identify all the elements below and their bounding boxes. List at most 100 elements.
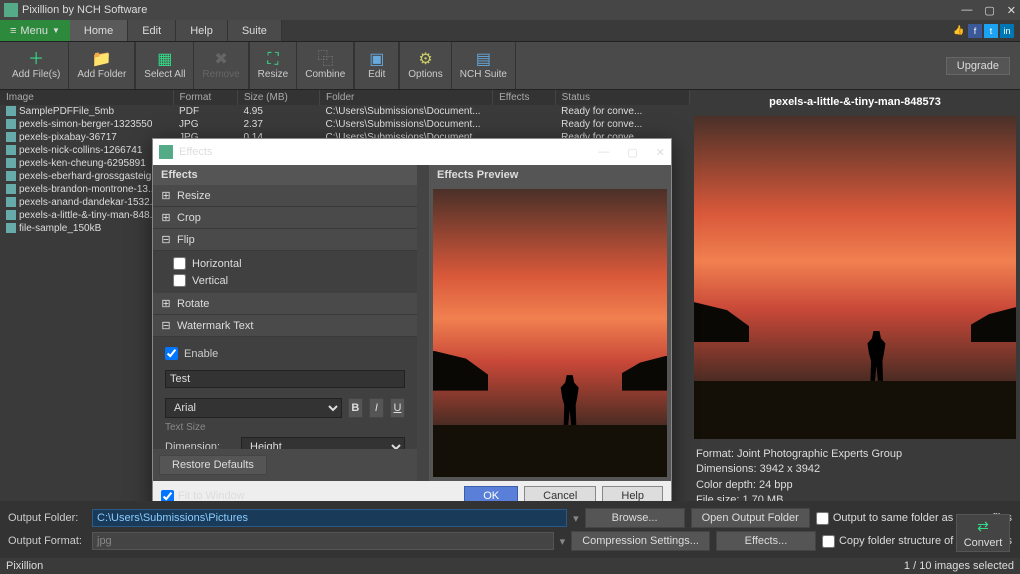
dialog-icon <box>159 145 173 159</box>
tool-label: Combine <box>305 69 345 80</box>
dialog-title: Effects <box>179 146 212 158</box>
col-header[interactable]: Status <box>555 90 689 105</box>
dialog-scrollbar[interactable] <box>417 165 429 481</box>
dialog-close-icon[interactable]: ✕ <box>656 146 665 159</box>
dialog-maximize-icon[interactable]: ▢ <box>627 146 637 159</box>
convert-button[interactable]: ⇄ Convert <box>956 514 1010 552</box>
output-format-field[interactable]: jpg <box>92 532 554 550</box>
app-title: Pixillion by NCH Software <box>22 4 147 16</box>
output-format-label: Output Format: <box>8 535 86 547</box>
flip-vertical-checkbox[interactable]: Vertical <box>173 272 397 289</box>
toolbar: ＋Add File(s)📁Add Folder▦Select All✖Remov… <box>0 42 1020 90</box>
menu-button[interactable]: ≡ Menu ▼ <box>0 20 70 41</box>
preview-pane: pexels-a-little-&-tiny-man-848573 Format… <box>690 90 1020 530</box>
convert-label: Convert <box>964 537 1003 549</box>
open-output-folder-button[interactable]: Open Output Folder <box>691 508 810 528</box>
browse-button[interactable]: Browse... <box>585 508 685 528</box>
tool-icon: ⿻ <box>317 52 333 68</box>
minimize-icon[interactable]: ― <box>961 4 972 17</box>
tab-help[interactable]: Help <box>176 20 228 41</box>
edit-button[interactable]: ▣Edit <box>355 42 399 89</box>
wm-text-input[interactable] <box>165 370 405 388</box>
effects-header: Effects <box>153 165 417 185</box>
tab-home[interactable]: Home <box>70 20 128 41</box>
tool-label: Options <box>408 69 442 80</box>
tool-icon: ▦ <box>157 52 172 68</box>
dialog-preview-image <box>433 189 667 477</box>
status-selection: 1 / 10 images selected <box>904 560 1014 572</box>
dialog-titlebar[interactable]: Effects ― ▢ ✕ <box>153 139 671 165</box>
table-row[interactable]: pexels-simon-berger-1323550JPG2.37C:\Use… <box>0 118 690 131</box>
table-row[interactable]: SamplePDFFile_5mbPDF4.95C:\Users\Submiss… <box>0 105 690 118</box>
close-icon[interactable]: ✕ <box>1007 4 1016 17</box>
dialog-minimize-icon[interactable]: ― <box>598 146 609 159</box>
acc-rotate[interactable]: ⊞Rotate <box>153 293 417 315</box>
bold-button[interactable]: B <box>348 398 363 418</box>
options-button[interactable]: ⚙Options <box>400 42 451 89</box>
output-folder-field[interactable]: C:\Users\Submissions\Pictures <box>92 509 567 527</box>
thumbs-up-icon[interactable]: 👍 <box>952 24 966 38</box>
remove-button[interactable]: ✖Remove <box>194 42 248 89</box>
tool-icon: 📁 <box>92 52 112 68</box>
select-all-button[interactable]: ▦Select All <box>136 42 194 89</box>
wm-font-select[interactable]: Arial <box>165 398 342 418</box>
upgrade-button[interactable]: Upgrade <box>946 57 1010 75</box>
tool-icon: ✖ <box>214 52 227 68</box>
titlebar: Pixillion by NCH Software ― ▢ ✕ <box>0 0 1020 20</box>
flip-horizontal-checkbox[interactable]: Horizontal <box>173 255 397 272</box>
underline-button[interactable]: U <box>390 398 405 418</box>
tool-label: Add Folder <box>77 69 126 80</box>
tool-label: Add File(s) <box>12 69 60 80</box>
wm-dimension-select[interactable]: Height <box>241 437 405 449</box>
col-header[interactable]: Image <box>0 90 173 105</box>
add-folder-button[interactable]: 📁Add Folder <box>69 42 135 89</box>
maximize-icon[interactable]: ▢ <box>984 4 994 17</box>
twitter-icon[interactable]: t <box>984 24 998 38</box>
effects-dialog: Effects ― ▢ ✕ Effects ⊞Resize ⊞Crop ⊟Fli… <box>152 138 672 512</box>
tool-icon: ＋ <box>28 52 44 68</box>
menubar: ≡ Menu ▼ HomeEditHelpSuite 👍 f t in <box>0 20 1020 42</box>
tool-label: NCH Suite <box>460 69 507 80</box>
restore-defaults-button[interactable]: Restore Defaults <box>159 455 267 475</box>
wm-enable-checkbox[interactable] <box>165 347 178 360</box>
tab-edit[interactable]: Edit <box>128 20 176 41</box>
italic-button[interactable]: I <box>369 398 384 418</box>
col-header[interactable]: Folder <box>320 90 493 105</box>
col-header[interactable]: Effects <box>493 90 556 105</box>
statusbar: Pixillion 1 / 10 images selected <box>0 558 1020 574</box>
col-header[interactable]: Size (MB) <box>237 90 319 105</box>
acc-crop[interactable]: ⊞Crop <box>153 207 417 229</box>
output-folder-label: Output Folder: <box>8 512 86 524</box>
status-app: Pixillion <box>6 560 43 572</box>
tool-icon: ⛶ <box>267 52 278 68</box>
combine-button[interactable]: ⿻Combine <box>297 42 354 89</box>
app-icon <box>4 3 18 17</box>
preview-title: pexels-a-little-&-tiny-man-848573 <box>694 94 1016 110</box>
linkedin-icon[interactable]: in <box>1000 24 1014 38</box>
tool-icon: ▤ <box>476 52 491 68</box>
acc-watermark[interactable]: ⊟Watermark Text <box>153 315 417 337</box>
tab-suite[interactable]: Suite <box>228 20 282 41</box>
tool-label: Edit <box>368 69 385 80</box>
resize-button[interactable]: ⛶Resize <box>250 42 298 89</box>
preview-header: Effects Preview <box>429 165 671 185</box>
facebook-icon[interactable]: f <box>968 24 982 38</box>
tool-icon: ⚙ <box>418 52 432 68</box>
hamburger-icon: ≡ <box>10 25 16 37</box>
acc-resize[interactable]: ⊞Resize <box>153 185 417 207</box>
dimension-label: Dimension: <box>165 441 235 449</box>
add-file-s--button[interactable]: ＋Add File(s) <box>4 42 69 89</box>
acc-flip[interactable]: ⊟Flip <box>153 229 417 251</box>
col-header[interactable]: Format <box>173 90 237 105</box>
nch-suite-button[interactable]: ▤NCH Suite <box>452 42 516 89</box>
bottom-panel: Output Folder: C:\Users\Submissions\Pict… <box>0 501 1020 558</box>
menu-label: Menu <box>20 25 48 37</box>
chevron-down-icon: ▼ <box>52 26 60 35</box>
preview-image <box>694 116 1016 439</box>
tool-icon: ▣ <box>369 52 384 68</box>
textsize-label: Text Size <box>165 422 405 433</box>
effects-button[interactable]: Effects... <box>716 531 816 551</box>
tool-label: Select All <box>144 69 185 80</box>
compression-settings-button[interactable]: Compression Settings... <box>571 531 710 551</box>
convert-icon: ⇄ <box>977 518 989 535</box>
